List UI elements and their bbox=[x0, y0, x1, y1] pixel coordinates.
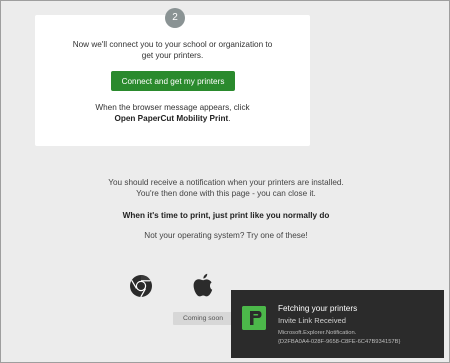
os-prompt: Not your operating system? Try one of th… bbox=[144, 231, 308, 240]
papercut-logo-icon bbox=[242, 306, 266, 330]
print-tip: When it's time to print, just print like… bbox=[122, 211, 330, 220]
notification-title: Fetching your printers bbox=[278, 304, 358, 313]
connect-card: Now we'll connect you to your school or … bbox=[35, 15, 310, 146]
browser-message-line1: When the browser message appears, click bbox=[95, 103, 250, 112]
notification-detail-line1: Microsoft.Explorer.Notification. bbox=[278, 330, 357, 336]
step-number-badge: 2 bbox=[165, 8, 185, 28]
notification-subtitle: Invite Link Received bbox=[278, 316, 346, 325]
open-papercut-label: Open PaperCut Mobility Print bbox=[114, 114, 229, 123]
chrome-icon[interactable] bbox=[129, 274, 153, 298]
connect-instructions-line2: get your printers. bbox=[141, 51, 204, 60]
notification-detail-line2: {D2FBA0A4-028F-9658-C8FE-6C47B934157B} bbox=[278, 339, 401, 345]
connect-instructions: Now we'll connect you to your school or … bbox=[35, 39, 310, 61]
notification-detail: Microsoft.Explorer.Notification. {D2FBA0… bbox=[278, 329, 400, 347]
apple-icon[interactable] bbox=[191, 272, 215, 300]
notification-toast[interactable]: Fetching your printers Invite Link Recei… bbox=[231, 290, 444, 358]
coming-soon-badge: Coming soon bbox=[173, 312, 233, 325]
notification-info-line1: You should receive a notification when y… bbox=[108, 178, 344, 187]
browser-message-line2: Open PaperCut Mobility Print. bbox=[35, 113, 310, 124]
connect-instructions-line1: Now we'll connect you to your school or … bbox=[72, 40, 273, 49]
connect-printers-button[interactable]: Connect and get my printers bbox=[111, 71, 235, 91]
notification-info-line2: You're then done with this page - you ca… bbox=[136, 189, 316, 198]
page-frame: Now we'll connect you to your school or … bbox=[0, 0, 450, 363]
browser-message-period: . bbox=[228, 114, 231, 123]
browser-message: When the browser message appears, click … bbox=[35, 102, 310, 124]
